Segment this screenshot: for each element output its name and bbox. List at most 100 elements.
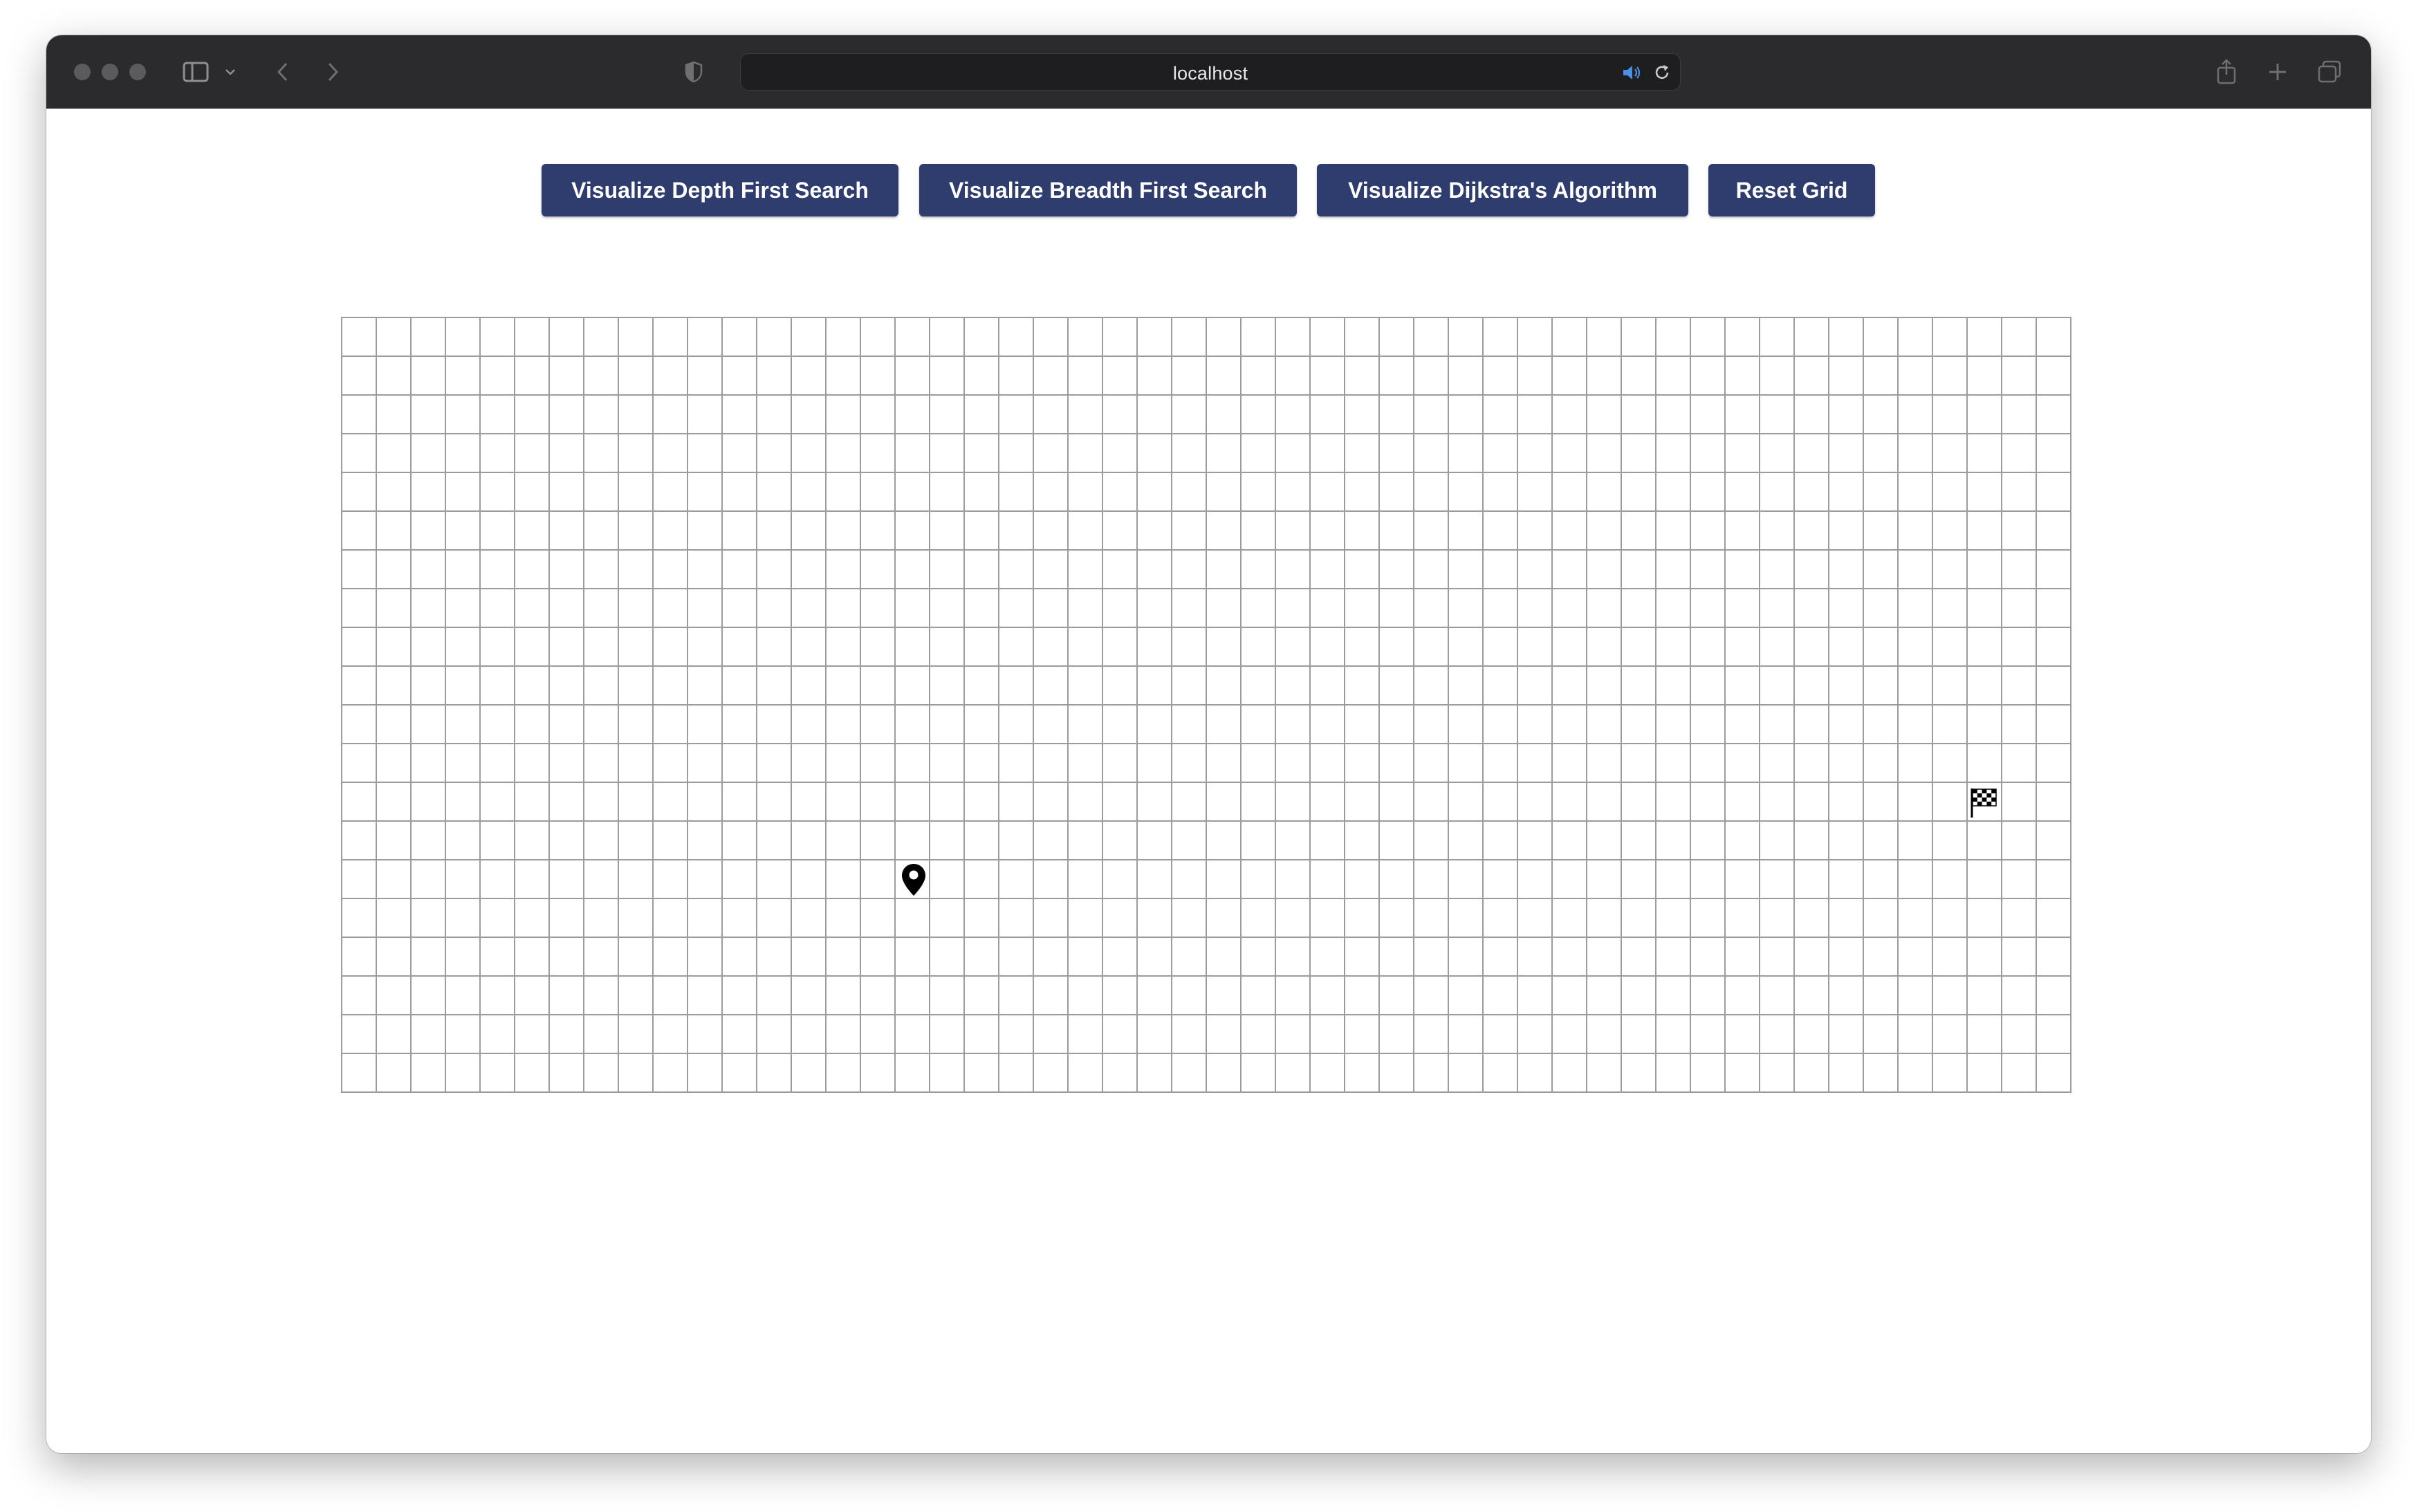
- grid-cell[interactable]: [1829, 434, 1864, 473]
- grid-cell[interactable]: [965, 706, 999, 744]
- grid-cell[interactable]: [1968, 977, 2002, 1015]
- grid-cell[interactable]: [827, 706, 861, 744]
- grid-cell[interactable]: [377, 434, 412, 473]
- grid-cell[interactable]: [1622, 357, 1656, 396]
- grid-cell[interactable]: [965, 473, 999, 512]
- grid-cell[interactable]: [1103, 783, 1138, 822]
- grid-cell[interactable]: [1933, 357, 1968, 396]
- grid-cell[interactable]: [2037, 899, 2071, 938]
- grid-cell[interactable]: [1622, 396, 1656, 434]
- grid-cell[interactable]: [930, 512, 965, 551]
- grid-cell[interactable]: [1933, 899, 1968, 938]
- reload-icon[interactable]: [1652, 62, 1672, 83]
- grid-cell[interactable]: [2002, 434, 2037, 473]
- grid-cell[interactable]: [1656, 860, 1691, 899]
- grid-cell[interactable]: [446, 434, 481, 473]
- grid-cell[interactable]: [1553, 589, 1587, 628]
- grid-cell[interactable]: [1034, 938, 1069, 977]
- grid-cell[interactable]: [1276, 822, 1311, 860]
- grid-cell[interactable]: [1587, 473, 1622, 512]
- grid-cell[interactable]: [1829, 1054, 1864, 1093]
- grid-cell[interactable]: [654, 938, 688, 977]
- grid-cell[interactable]: [584, 512, 619, 551]
- grid-cell[interactable]: [792, 860, 827, 899]
- grid-cell[interactable]: [515, 357, 550, 396]
- grid-cell[interactable]: [619, 938, 654, 977]
- grid-cell[interactable]: [1069, 899, 1103, 938]
- grid-cell[interactable]: [1138, 357, 1172, 396]
- grid-cell[interactable]: [2002, 318, 2037, 357]
- grid-cell[interactable]: [1207, 938, 1242, 977]
- grid-cell[interactable]: [861, 434, 896, 473]
- grid-cell[interactable]: [1242, 822, 1276, 860]
- grid-cell[interactable]: [2037, 551, 2071, 589]
- grid-cell[interactable]: [1172, 744, 1207, 783]
- grid-cell[interactable]: [412, 512, 446, 551]
- grid-cell[interactable]: [2037, 822, 2071, 860]
- grid-cell[interactable]: [1138, 706, 1172, 744]
- grid-cell[interactable]: [1069, 977, 1103, 1015]
- grid-cell[interactable]: [1414, 512, 1449, 551]
- grid-cell[interactable]: [1553, 318, 1587, 357]
- grid-cell[interactable]: [1069, 628, 1103, 667]
- grid-cell[interactable]: [1380, 706, 1414, 744]
- grid-cell[interactable]: [1345, 434, 1380, 473]
- grid-cell[interactable]: [342, 706, 377, 744]
- grid-cell[interactable]: [1345, 744, 1380, 783]
- grid-cell[interactable]: [688, 977, 723, 1015]
- grid-cell[interactable]: [688, 1015, 723, 1054]
- grid-cell[interactable]: [377, 1054, 412, 1093]
- grid-cell[interactable]: [688, 357, 723, 396]
- grid-cell[interactable]: [550, 744, 584, 783]
- grid-cell[interactable]: [1864, 551, 1899, 589]
- grid-cell[interactable]: [1484, 822, 1518, 860]
- grid-cell[interactable]: [584, 434, 619, 473]
- grid-cell[interactable]: [757, 977, 792, 1015]
- grid-cell[interactable]: [550, 1054, 584, 1093]
- grid-cell[interactable]: [481, 822, 515, 860]
- grid-cell[interactable]: [965, 783, 999, 822]
- grid-cell[interactable]: [1829, 744, 1864, 783]
- grid-cell[interactable]: [999, 396, 1034, 434]
- grid-cell[interactable]: [1656, 357, 1691, 396]
- grid-cell[interactable]: [654, 434, 688, 473]
- grid-cell[interactable]: [1726, 822, 1760, 860]
- grid-cell[interactable]: [1449, 473, 1484, 512]
- grid-cell[interactable]: [1622, 589, 1656, 628]
- grid-cell[interactable]: [2037, 706, 2071, 744]
- grid-cell[interactable]: [584, 977, 619, 1015]
- grid-cell[interactable]: [1829, 938, 1864, 977]
- grid-cell[interactable]: [1484, 434, 1518, 473]
- grid-cell[interactable]: [1864, 473, 1899, 512]
- share-icon[interactable]: [2213, 57, 2240, 87]
- grid-cell[interactable]: [757, 396, 792, 434]
- grid-cell[interactable]: [965, 667, 999, 706]
- grid-cell[interactable]: [342, 473, 377, 512]
- grid-cell[interactable]: [481, 1054, 515, 1093]
- grid-cell[interactable]: [342, 396, 377, 434]
- grid-cell[interactable]: [896, 899, 930, 938]
- grid-cell[interactable]: [1587, 396, 1622, 434]
- grid-cell[interactable]: [1622, 783, 1656, 822]
- grid-cell[interactable]: [1829, 589, 1864, 628]
- grid-cell[interactable]: [1691, 396, 1726, 434]
- grid-cell[interactable]: [861, 783, 896, 822]
- grid-cell[interactable]: [1414, 977, 1449, 1015]
- grid-cell[interactable]: [1172, 899, 1207, 938]
- grid-cell[interactable]: [1553, 783, 1587, 822]
- grid-cell[interactable]: [584, 667, 619, 706]
- grid-cell[interactable]: [1691, 938, 1726, 977]
- grid-cell[interactable]: [1138, 396, 1172, 434]
- grid-cell[interactable]: [1933, 938, 1968, 977]
- grid-cell[interactable]: [1311, 512, 1345, 551]
- grid-cell[interactable]: [1899, 977, 1933, 1015]
- grid-cell[interactable]: [1138, 1015, 1172, 1054]
- grid-cell[interactable]: [1276, 396, 1311, 434]
- grid-cell[interactable]: [2037, 434, 2071, 473]
- grid-cell[interactable]: [1345, 706, 1380, 744]
- grid-cell[interactable]: [1587, 977, 1622, 1015]
- grid-cell[interactable]: [688, 434, 723, 473]
- grid-cell[interactable]: [1449, 860, 1484, 899]
- grid-cell[interactable]: [1449, 551, 1484, 589]
- grid-cell[interactable]: [930, 744, 965, 783]
